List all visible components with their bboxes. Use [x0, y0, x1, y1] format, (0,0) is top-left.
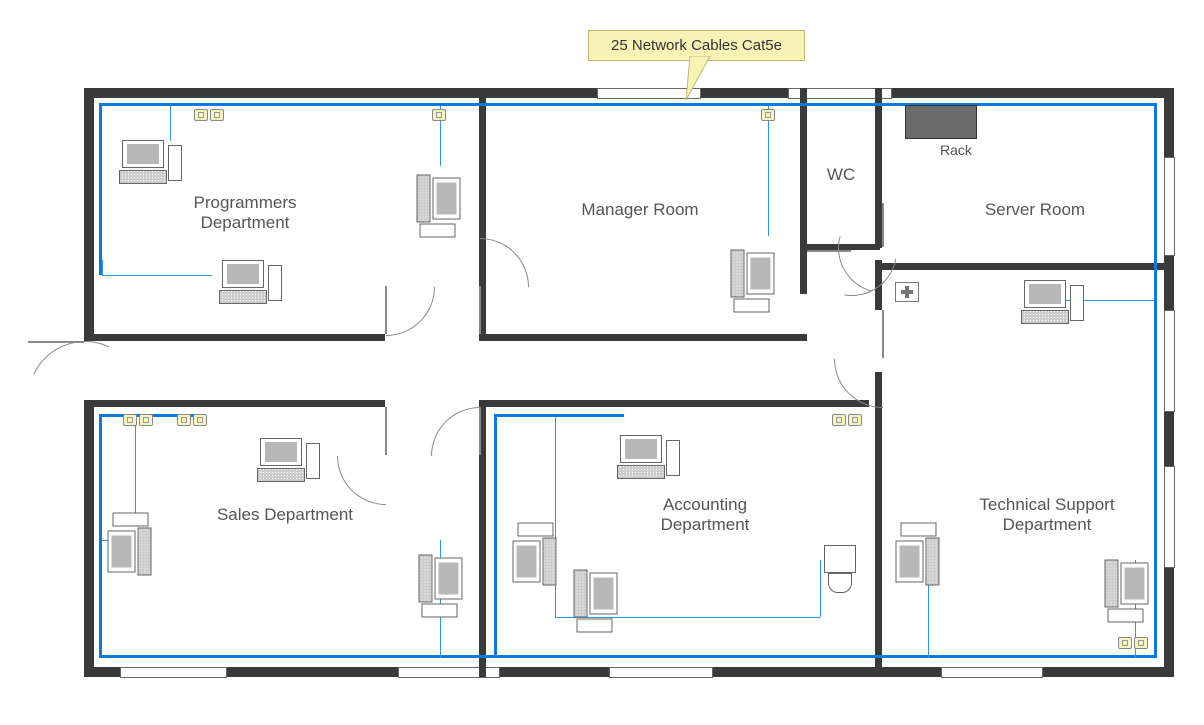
wall-right-c	[1164, 410, 1174, 466]
wall-left-upper	[84, 88, 94, 341]
wall-v-mgr-wc	[800, 88, 807, 294]
cable-drop-sales-1	[135, 417, 136, 517]
wall-top-right	[890, 88, 1174, 98]
wall-bot-e	[1041, 667, 1174, 677]
cable-drop-prog-1	[170, 106, 171, 141]
cable-drop-mgr	[768, 106, 769, 236]
rack-label: Rack	[940, 142, 972, 158]
cable-drop-prog-3h	[102, 275, 212, 276]
label-programmers: Programmers Department	[150, 193, 340, 234]
wall-bot-b	[225, 667, 398, 677]
jack-sales-d	[193, 414, 207, 426]
workstation-icon	[250, 438, 320, 493]
jack-prog-c	[432, 109, 446, 121]
wall-corr-up-b	[479, 334, 807, 341]
floorplan-canvas: Rack Programmers Department Manager Room…	[0, 0, 1204, 725]
printer-icon	[822, 545, 858, 593]
jack-sales-b	[139, 414, 153, 426]
workstation-icon	[406, 168, 461, 238]
cable-trunk-top	[99, 103, 1157, 106]
window-right-1	[1164, 157, 1175, 256]
workstation-icon	[112, 140, 182, 195]
door-arc	[814, 290, 953, 429]
label-wc: WC	[821, 165, 861, 185]
window-bot-1	[120, 667, 227, 678]
workstation-icon	[720, 243, 775, 313]
wall-right-a	[1164, 88, 1174, 157]
workstation-icon	[513, 523, 568, 593]
workstation-icon	[1094, 553, 1149, 623]
workstation-icon	[1014, 280, 1084, 335]
wall-bot-c	[498, 667, 609, 677]
window-bot-3	[609, 667, 713, 678]
cable-trunk-prog-left	[99, 103, 102, 275]
door-arc	[411, 387, 550, 526]
cable-trunk-right	[1154, 103, 1157, 658]
server-rack-icon	[905, 105, 977, 139]
jack-sales-c	[177, 414, 191, 426]
window-right-3	[1164, 466, 1175, 568]
cable-drop-prog-3v	[102, 260, 103, 275]
cable-drop-acc-2	[820, 560, 821, 617]
label-accounting: Accounting Department	[620, 495, 790, 536]
wall-corr-up-a	[84, 334, 385, 341]
label-server: Server Room	[965, 200, 1105, 220]
wall-v-acc-ts	[875, 400, 882, 677]
cable-trunk-bottom	[99, 655, 1157, 658]
label-sales: Sales Department	[185, 505, 385, 525]
callout-text: 25 Network Cables Cat5e	[611, 37, 782, 54]
jack-ts-a	[1118, 637, 1132, 649]
wall-top-left	[84, 88, 597, 98]
jack-prog-a	[194, 109, 208, 121]
jack-ts-b	[1134, 637, 1148, 649]
cable-trunk-acc-top	[494, 414, 624, 417]
workstation-icon	[108, 513, 163, 583]
wall-bot-d	[711, 667, 941, 677]
workstation-icon	[408, 548, 463, 618]
label-manager: Manager Room	[560, 200, 720, 220]
window-right-2	[1164, 310, 1175, 412]
door-arc	[12, 325, 158, 471]
jack-acc-b	[848, 414, 862, 426]
jack-prog-b	[210, 109, 224, 121]
window-bot-4	[941, 667, 1043, 678]
jack-mgr	[761, 109, 775, 121]
label-techsupport: Technical Support Department	[952, 495, 1142, 536]
workstation-icon	[212, 260, 282, 315]
wall-corr-lo-b	[479, 400, 869, 407]
wall-right-d	[1164, 566, 1174, 677]
workstation-icon	[563, 563, 618, 633]
jack-acc-a	[832, 414, 846, 426]
callout-tail-icon	[680, 56, 720, 104]
workstation-icon	[610, 435, 680, 490]
workstation-icon	[896, 523, 951, 593]
